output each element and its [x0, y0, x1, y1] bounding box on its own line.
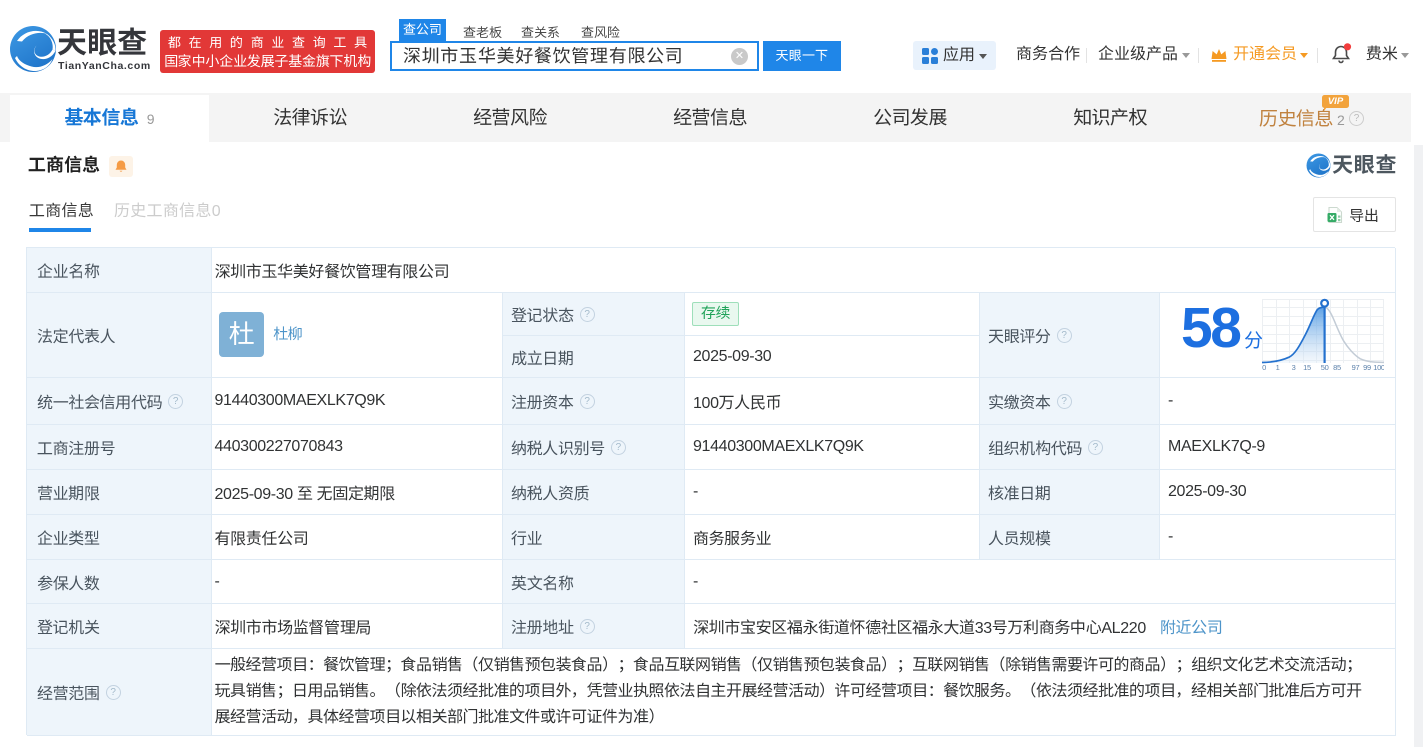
svg-text:100: 100: [1373, 363, 1384, 372]
svg-text:97: 97: [1352, 363, 1360, 372]
svg-text:99: 99: [1363, 363, 1371, 372]
svg-text:3: 3: [1292, 363, 1296, 372]
svg-text:1: 1: [1276, 363, 1280, 372]
svg-text:0: 0: [1262, 363, 1266, 372]
svg-text:50: 50: [1321, 363, 1329, 372]
svg-text:85: 85: [1333, 363, 1341, 372]
svg-text:15: 15: [1303, 363, 1311, 372]
